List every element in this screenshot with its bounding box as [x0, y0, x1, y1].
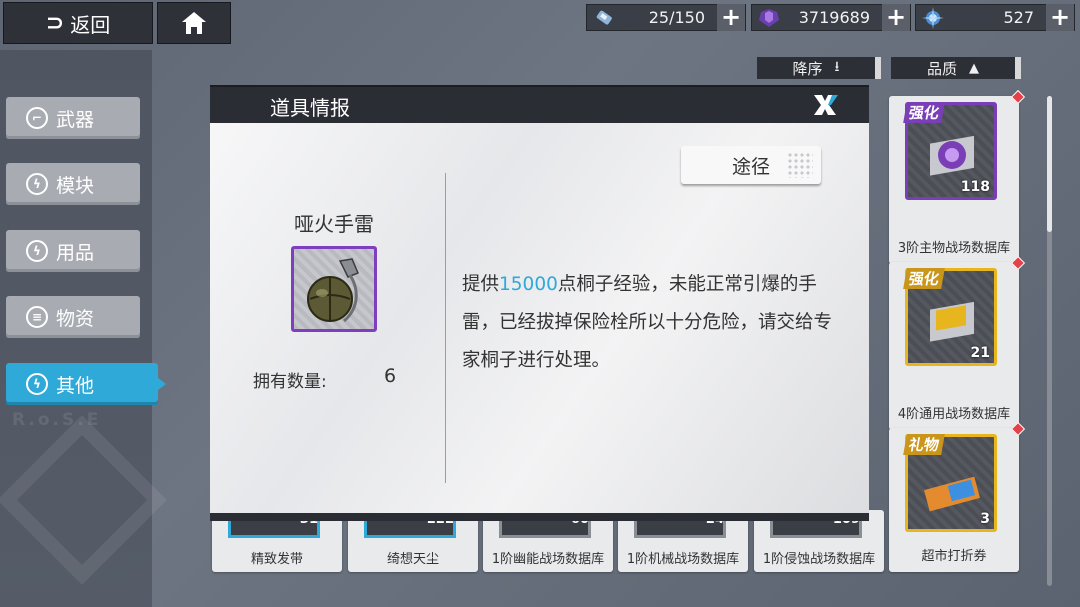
item-name: 3阶主物战场数据库 [897, 241, 1011, 256]
bolt-icon: ϟ [26, 373, 48, 395]
exp-amount: 15000 [499, 274, 558, 295]
sidebar-item-modules[interactable]: ϟ 模块 [6, 163, 140, 205]
rose-watermark: R.o.S.E [0, 410, 167, 600]
item-tag: 强化 [903, 102, 945, 123]
stamina-resource: 25/150 + [586, 4, 746, 31]
item-count: 3 [980, 511, 990, 527]
back-button[interactable]: ⊃ 返回 [3, 2, 153, 44]
home-button[interactable] [157, 2, 231, 44]
item-description: 提供15000点桐子经验，未能正常引爆的手雷，已经拔掉保险栓所以十分危险，请交给… [462, 266, 847, 380]
item-name: 1阶幽能战场数据库 [491, 552, 605, 567]
home-icon [182, 12, 206, 34]
item-name: 4阶通用战场数据库 [897, 407, 1011, 422]
modal-footer-bar [210, 513, 869, 521]
item-card[interactable]: 21 强化 4阶通用战场数据库 [889, 255, 1026, 430]
item-count: 21 [970, 345, 990, 361]
bolt-icon: ϟ [26, 173, 48, 195]
crystal-resource: 3719689 + [751, 4, 911, 31]
dot-pattern-icon [787, 152, 813, 178]
bolt-icon: ϟ [26, 240, 48, 262]
stamina-value: 25/150 [648, 8, 705, 27]
add-stamina-button[interactable]: + [717, 4, 745, 31]
item-tag: 强化 [903, 268, 945, 289]
top-bar: ⊃ 返回 25/150 + 3719689 + 527 + [0, 0, 1080, 48]
sort-order-button[interactable]: 降序 ⭳ [757, 57, 881, 79]
close-button[interactable] [808, 92, 842, 118]
download-arrow-icon: ⭳ [834, 59, 840, 75]
owned-quantity-label: 拥有数量: [253, 372, 327, 392]
owned-quantity-value: 6 [384, 365, 397, 387]
sidebar-item-label: 其他 [56, 374, 95, 397]
item-name: 绮想天尘 [386, 552, 439, 567]
add-crystal-button[interactable]: + [882, 4, 910, 31]
item-detail-image [291, 246, 377, 332]
data-device-icon [930, 301, 974, 342]
item-detail-name: 哑火手雷 [294, 212, 374, 236]
crystal-value: 3719689 [798, 8, 870, 27]
scrollbar-thumb[interactable] [1047, 96, 1052, 232]
quality-filter-button[interactable]: 品质 ▲ [891, 57, 1021, 79]
sidebar-item-label: 物资 [56, 307, 95, 330]
sidebar-item-weapons[interactable]: ⌐ 武器 [6, 97, 140, 139]
back-arrow-icon: ⊃ [45, 10, 64, 36]
quality-triangle-icon: ▲ [969, 60, 979, 76]
item-name: 精致发带 [250, 552, 303, 567]
source-route-button[interactable]: 途径 [681, 146, 821, 184]
back-label: 返回 [70, 12, 111, 37]
item-card[interactable]: 118 强化 3阶主物战场数据库 [889, 89, 1026, 264]
item-name: 1阶机械战场数据库 [626, 552, 740, 567]
item-name: 1阶侵蚀战场数据库 [762, 552, 876, 567]
sidebar-item-label: 模块 [56, 174, 95, 197]
modal-title: 道具情报 [270, 96, 350, 120]
sidebar-item-materials[interactable]: ≡ 物资 [6, 296, 140, 338]
orb-resource: 527 + [915, 4, 1075, 31]
grenade-icon [307, 258, 359, 323]
sidebar-item-label: 武器 [56, 108, 95, 131]
route-label: 途径 [731, 155, 770, 178]
item-name: 超市打折券 [921, 549, 987, 564]
item-count: 118 [960, 179, 990, 195]
watermark-shape [0, 415, 167, 585]
sidebar-item-supplies[interactable]: ϟ 用品 [6, 230, 140, 272]
sort-order-label: 降序 [792, 59, 823, 78]
item-tag: 礼物 [903, 434, 945, 455]
orb-icon [916, 4, 950, 31]
new-badge [1010, 89, 1026, 105]
sidebar-item-other[interactable]: ϟ 其他 [6, 363, 166, 405]
quality-label: 品质 [926, 59, 957, 78]
add-orb-button[interactable]: + [1046, 4, 1074, 31]
close-icon [814, 95, 838, 115]
coupon-icon [924, 476, 980, 512]
item-card[interactable]: 3 礼物 超市打折券 [889, 421, 1026, 572]
gun-icon: ⌐ [26, 107, 48, 129]
orb-value: 527 [1003, 8, 1034, 27]
sidebar-item-label: 用品 [56, 241, 95, 264]
desc-prefix: 提供 [462, 274, 500, 295]
data-device-icon [930, 135, 974, 176]
box-icon: ≡ [26, 306, 48, 328]
crystal-icon [752, 4, 786, 31]
battery-icon [587, 4, 621, 31]
